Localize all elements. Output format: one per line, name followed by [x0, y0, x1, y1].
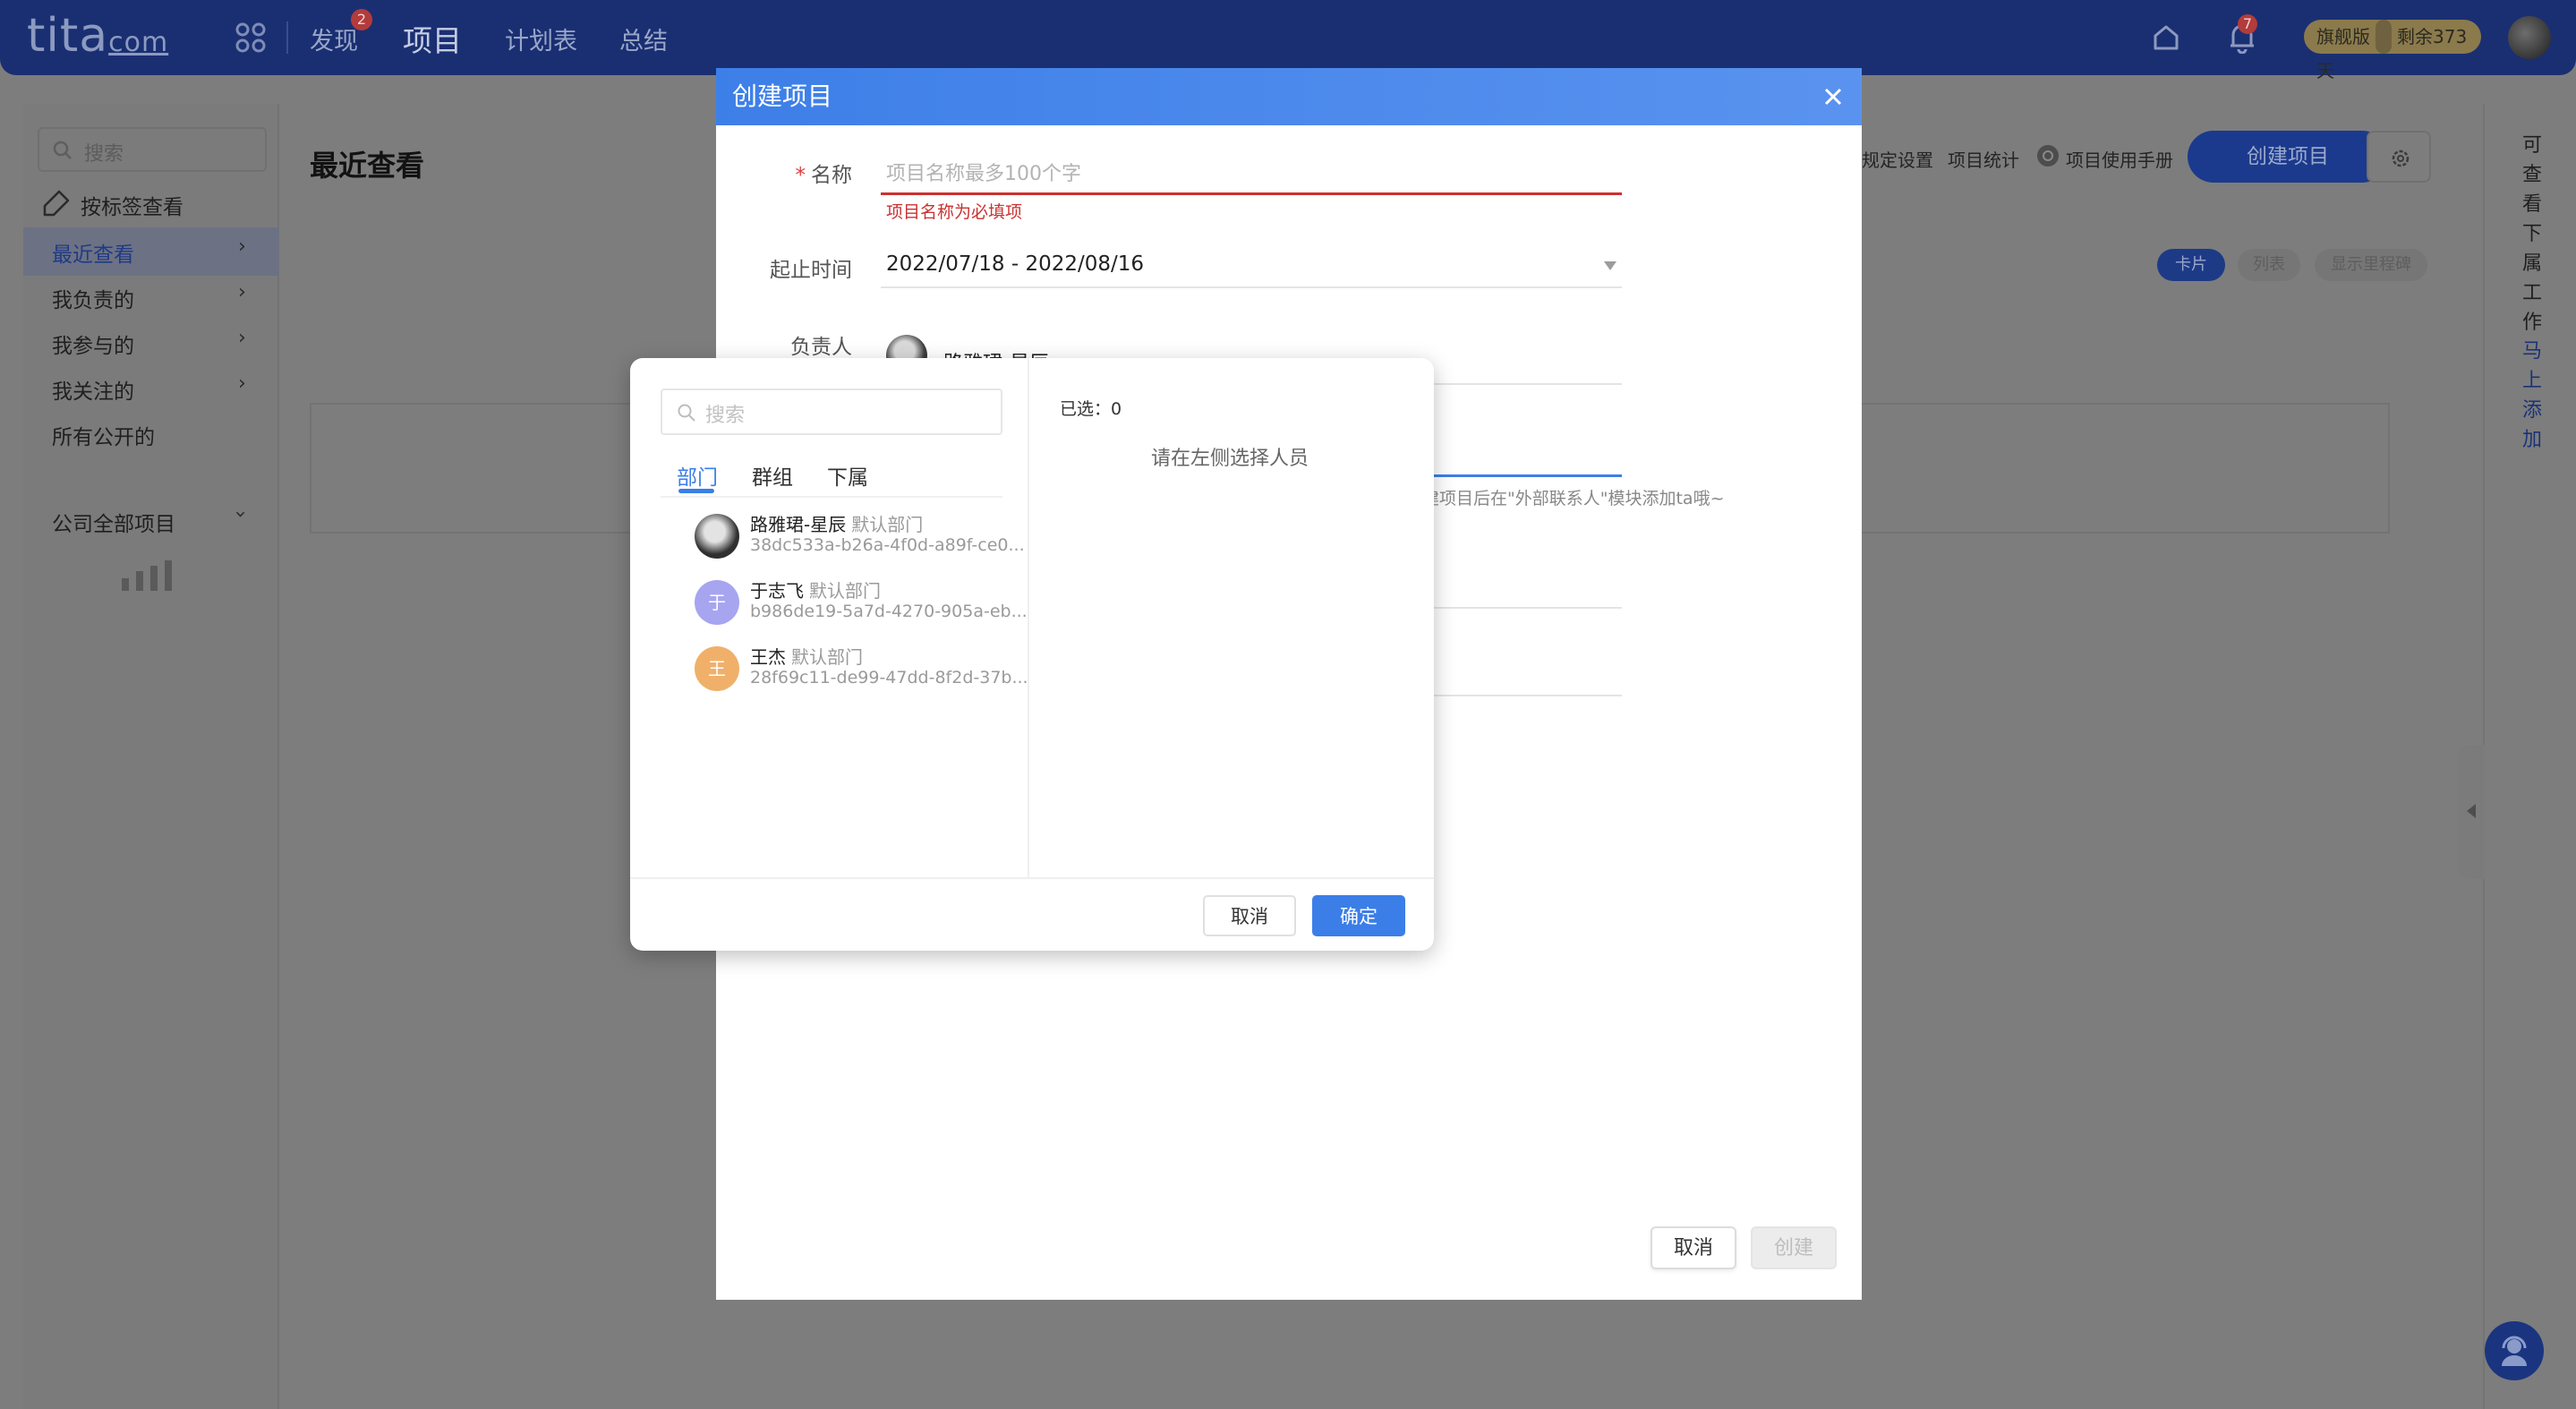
chevron-right-icon: ›	[238, 327, 246, 349]
picker-search-input[interactable]: 搜索	[661, 389, 1002, 435]
nav-projects[interactable]: 项目	[403, 17, 462, 60]
person-list-item[interactable]: 路雅珺-星辰 默认部门 38dc533a-b26a-4f0d-a89f-ce0..…	[695, 510, 1035, 568]
sidebar-search-input[interactable]: 搜索	[38, 127, 267, 172]
tita-logo[interactable]: titacom	[27, 9, 168, 63]
plan-status-pill[interactable]: 旗舰版 剩余373天	[2304, 20, 2481, 81]
tab-subordinates[interactable]: 下属	[827, 460, 868, 491]
apps-grid-icon[interactable]	[235, 21, 267, 54]
person-avatar: 于	[695, 580, 739, 625]
person-name: 王杰	[750, 646, 786, 668]
person-list-item[interactable]: 王 王杰 默认部门 28f69c11-de99-47dd-8f2d-37b...	[695, 643, 1035, 700]
page-title: 最近查看	[310, 149, 425, 183]
tabs-divider	[661, 496, 1002, 498]
tab-groups[interactable]: 群组	[752, 460, 793, 491]
person-id: 28f69c11-de99-47dd-8f2d-37b...	[750, 668, 1028, 687]
picker-cancel-button[interactable]: 取消	[1203, 895, 1296, 936]
selected-count: 已选：0	[1060, 399, 1122, 419]
form-field-divider	[1418, 607, 1622, 609]
owner-label: 负责人	[790, 336, 852, 359]
dialog-title: 创建项目	[732, 81, 833, 111]
member-picker-popup: 搜索 部门 群组 下属 路雅珺-星辰 默认部门 38dc533a-b26a-4f0…	[630, 358, 1434, 951]
person-name: 于志飞	[750, 580, 804, 602]
chevron-right-icon: ›	[238, 281, 246, 303]
project-name-input[interactable]	[881, 156, 1622, 195]
person-department: 默认部门	[851, 514, 924, 535]
picker-left-pane: 搜索 部门 群组 下属 路雅珺-星辰 默认部门 38dc533a-b26a-4f0…	[630, 358, 1029, 877]
person-department: 默认部门	[791, 646, 863, 668]
picker-footer-divider	[630, 877, 1434, 879]
person-id: b986de19-5a7d-4270-905a-eb...	[750, 602, 1028, 621]
plan-name: 旗舰版	[2316, 26, 2370, 47]
collapse-panel-handle[interactable]	[2458, 745, 2485, 879]
top-navigation-bar: titacom 发现 2 项目 计划表 总结 7 旗舰版 剩余373天	[0, 0, 2576, 81]
date-range-picker[interactable]: 2022/07/18 - 2022/08/16	[881, 243, 1622, 288]
chevron-right-icon: ›	[238, 235, 246, 258]
search-icon	[53, 141, 72, 159]
user-avatar[interactable]	[2508, 16, 2551, 59]
person-avatar	[695, 514, 739, 559]
sidebar-item-following[interactable]: 我关注的	[52, 374, 134, 405]
customer-support-button[interactable]	[2485, 1321, 2544, 1380]
manual-icon	[2037, 145, 2059, 167]
sidebar-item-recent[interactable]: 最近查看	[52, 237, 134, 268]
tag-icon	[43, 190, 70, 217]
create-project-button[interactable]: 创建项目	[2188, 131, 2388, 183]
person-department: 默认部门	[809, 580, 881, 602]
person-id: 38dc533a-b26a-4f0d-a89f-ce0...	[750, 535, 1025, 555]
show-milestones-toggle[interactable]: 显示里程碑	[2315, 249, 2427, 281]
support-agent-icon	[2502, 1336, 2527, 1366]
view-subordinates-text: 可查看下属工作	[2521, 134, 2542, 334]
chevron-down-icon: ›	[228, 510, 252, 518]
project-manual-link[interactable]: 项目使用手册	[2066, 146, 2173, 172]
sidebar-item-participating[interactable]: 我参与的	[52, 329, 134, 359]
picker-confirm-button[interactable]: 确定	[1312, 895, 1405, 936]
chevron-right-icon: ›	[238, 372, 246, 395]
notification-badge: 7	[2238, 14, 2257, 34]
person-avatar: 王	[695, 646, 739, 691]
name-label: * 名称	[795, 164, 853, 187]
add-now-link[interactable]: 马上添加	[2519, 337, 2546, 455]
person-name: 路雅珺-星辰	[750, 514, 847, 535]
home-icon[interactable]	[2152, 23, 2180, 52]
tab-department[interactable]: 部门	[677, 460, 718, 491]
view-list-toggle[interactable]: 列表	[2238, 249, 2300, 281]
dialog-header: 创建项目	[716, 68, 1862, 125]
dialog-create-button[interactable]: 创建	[1751, 1226, 1837, 1269]
external-contacts-hint: 创建项目后在"外部联系人"模块添加ta哦~	[1405, 489, 1725, 508]
loading-indicator-icon	[122, 560, 172, 591]
selection-empty-hint: 请在左侧选择人员	[1151, 448, 1309, 470]
nav-summary[interactable]: 总结	[619, 21, 668, 56]
nav-discover[interactable]: 发现	[310, 21, 358, 56]
discover-badge: 2	[351, 9, 372, 30]
search-icon	[678, 404, 695, 422]
close-icon[interactable]	[1819, 82, 1847, 111]
person-list-item[interactable]: 于 于志飞 默认部门 b986de19-5a7d-4270-905a-eb...	[695, 576, 1035, 634]
date-range-label: 起止时间	[770, 259, 852, 282]
project-stats-link[interactable]: 项目统计	[1948, 146, 2019, 172]
caret-left-icon	[2467, 804, 2476, 818]
members-field-underline[interactable]	[1418, 474, 1622, 477]
settings-button[interactable]	[2367, 131, 2431, 183]
active-tab-indicator	[678, 489, 714, 493]
nav-divider	[286, 21, 288, 54]
sidebar-item-public[interactable]: 所有公开的	[52, 420, 155, 450]
dropdown-arrow-icon	[1604, 261, 1616, 270]
sidebar-item-responsible[interactable]: 我负责的	[52, 283, 134, 313]
view-card-toggle[interactable]: 卡片	[2157, 249, 2225, 281]
date-range-value: 2022/07/18 - 2022/08/16	[886, 252, 1145, 276]
sidebar-company-projects[interactable]: 公司全部项目	[52, 507, 175, 537]
form-field-divider	[1418, 695, 1622, 696]
rules-settings-link[interactable]: 规定设置	[1862, 146, 1933, 172]
name-error-message: 项目名称为必填项	[886, 202, 1023, 222]
dialog-cancel-button[interactable]: 取消	[1651, 1226, 1736, 1269]
sidebar-tag-view[interactable]: 按标签查看	[81, 190, 183, 220]
nav-plan-table[interactable]: 计划表	[505, 21, 577, 56]
gear-icon	[2392, 149, 2410, 167]
